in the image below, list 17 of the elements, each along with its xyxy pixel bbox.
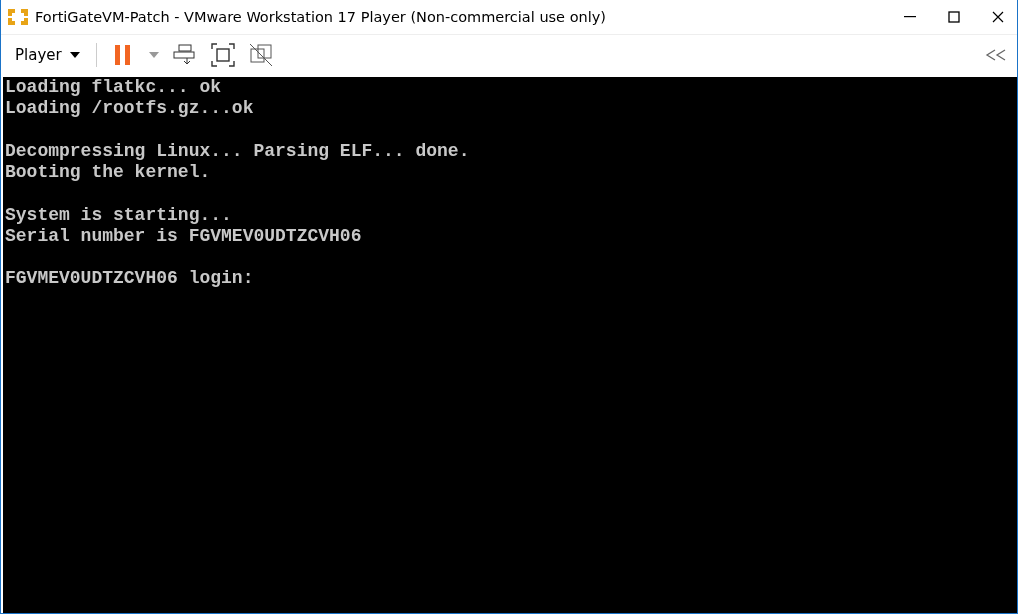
caret-icon bbox=[69, 52, 80, 58]
window-title: FortiGateVM-Patch - VMware Workstation 17 Player (Non-commercial use only) bbox=[35, 9, 607, 25]
player-menu[interactable]: Player bbox=[13, 44, 82, 66]
console-line: Loading flatkc... ok bbox=[5, 77, 222, 99]
maximize-icon bbox=[948, 11, 960, 23]
console-line: Serial number is FGVMEV0UDTZCVH06 bbox=[5, 226, 362, 248]
console-line: Booting the kernel. bbox=[5, 162, 211, 184]
console-line: Loading /rootfs.gz...ok bbox=[5, 98, 254, 120]
fullscreen-icon[interactable] bbox=[208, 41, 237, 69]
console-line: System is starting... bbox=[5, 204, 232, 227]
app-logo-icon bbox=[7, 7, 29, 27]
minimize-icon bbox=[904, 16, 916, 18]
console-line: FGVMEV0UDTZCVH06 login: bbox=[5, 268, 254, 290]
console-line: Decompressing Linux... Parsing ELF... done. bbox=[5, 140, 470, 163]
close-icon bbox=[992, 11, 1004, 23]
dropdown-caret-icon[interactable] bbox=[146, 50, 161, 60]
console-screen[interactable]: Loading flatkc... ok Loading /rootfs.gz...ok Decompressing Linux... Parsing ELF... done. Booting the kernel. System is starting... Serial number is FGVMEV0UDTZCVH06 FGVMEV0UDTZCVH06 login: bbox=[3, 77, 1017, 613]
